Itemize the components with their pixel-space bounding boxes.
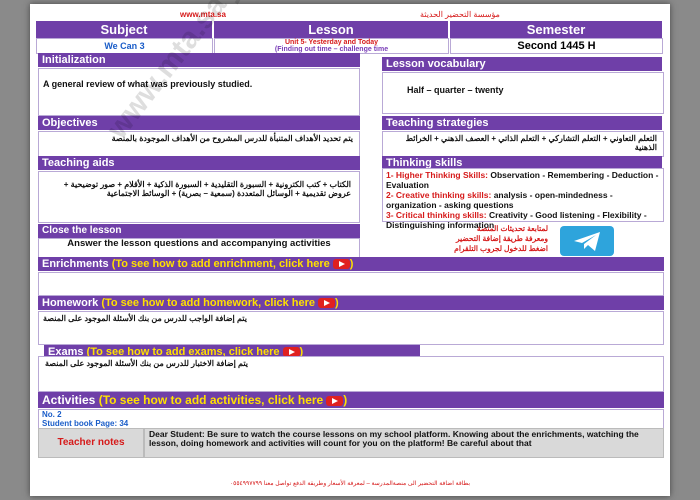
objectives-title: Objectives: [38, 116, 360, 130]
objectives-text: يتم تحديد الأهداف المتنبأة للدرس المشروح…: [111, 134, 353, 143]
thinking-box: 1- Higher Thinking Skills: Observation -…: [382, 168, 664, 230]
lesson-plan-page: www.mta.sa مؤسسة التحضير الحديثة Subject…: [30, 0, 670, 496]
aids-box: الكتاب + كتب الكترونية + السبورة التقليد…: [38, 171, 360, 223]
telegram-icon[interactable]: [560, 226, 614, 256]
strategies-text: التعلم التعاوني + التعلم التشاركي + التع…: [405, 134, 657, 152]
activities-page: Student book Page: 34: [42, 419, 129, 428]
teacher-notes-label-cell: Teacher notes: [38, 428, 144, 458]
activities-link[interactable]: (To see how to add activities, click her…: [99, 393, 324, 407]
strategies-box: التعلم التعاوني + التعلم التشاركي + التع…: [382, 131, 664, 157]
youtube-icon[interactable]: [332, 259, 350, 270]
teacher-notes-cell: Dear Student: Be sure to watch the cours…: [144, 428, 664, 458]
exams-text: يتم إضافة الاختبار للدرس من بنك الأسئلة …: [45, 359, 248, 368]
activities-bar[interactable]: Activities (To see how to add activities…: [38, 392, 664, 408]
enrichments-link[interactable]: (To see how to add enrichment, click her…: [112, 258, 330, 270]
activities-number: No. 2: [42, 410, 62, 419]
aids-title: Teaching aids: [38, 156, 360, 170]
activities-box: No. 2 Student book Page: 34: [38, 409, 664, 429]
strategies-title: Teaching strategies: [382, 116, 662, 130]
homework-link[interactable]: (To see how to add homework, click here: [101, 297, 315, 309]
teacher-notes-text: Dear Student: Be sure to watch the cours…: [149, 429, 639, 448]
enrichments-bar[interactable]: Enrichments (To see how to add enrichmen…: [38, 257, 664, 271]
homework-box: يتم إضافة الواجب للدرس من بنك الأسئلة ال…: [38, 311, 664, 345]
teacher-notes-title: Teacher notes: [57, 437, 125, 448]
org-name: مؤسسة التحضير الحديثة: [420, 10, 500, 19]
youtube-icon[interactable]: [326, 395, 344, 406]
objectives-box: يتم تحديد الأهداف المتنبأة للدرس المشروح…: [38, 131, 360, 157]
thinking-item-2: 2- Creative thinking skills: analysis - …: [386, 190, 613, 210]
enrichments-box: [38, 272, 664, 296]
homework-text: يتم إضافة الواجب للدرس من بنك الأسئلة ال…: [43, 314, 247, 323]
thinking-item-1: 1- Higher Thinking Skills: Observation -…: [386, 170, 659, 190]
vocabulary-box: Half – quarter – twenty: [382, 72, 664, 114]
lesson-title: (Finding out time – challenge time: [274, 46, 389, 53]
close-box: Answer the lesson questions and accompan…: [38, 238, 360, 258]
semester-value: Second 1445 H: [517, 40, 596, 52]
lesson-unit: Unit 5- Yesterday and Today: [284, 39, 379, 46]
header-lesson: Lesson: [214, 21, 448, 38]
vocabulary-title: Lesson vocabulary: [382, 57, 662, 71]
lesson-cell: Unit 5- Yesterday and Today (Finding out…: [214, 38, 449, 54]
initialization-title: Initialization: [38, 53, 360, 67]
aids-text: الكتاب + كتب الكترونية + السبورة التقليد…: [63, 180, 351, 198]
close-text: Answer the lesson questions and accompan…: [67, 238, 331, 249]
exams-box: يتم إضافة الاختبار للدرس من بنك الأسئلة …: [38, 356, 664, 392]
homework-bar[interactable]: Homework (To see how to add homework, cl…: [38, 296, 664, 310]
telegram-promo[interactable]: لمتابعة تحديثات المنصة ومعرفة طريقة إضاف…: [398, 224, 548, 254]
header-semester: Semester: [450, 21, 662, 38]
initialization-box: A general review of what was previously …: [38, 68, 360, 116]
footer-text[interactable]: بطاقة اضافة التحضير الى منصةالمدرسة – لم…: [160, 480, 540, 487]
vocabulary-text: Half – quarter – twenty: [407, 85, 504, 95]
close-title: Close the lesson: [38, 224, 360, 238]
youtube-icon[interactable]: [318, 298, 336, 309]
semester-cell: Second 1445 H: [450, 38, 663, 54]
